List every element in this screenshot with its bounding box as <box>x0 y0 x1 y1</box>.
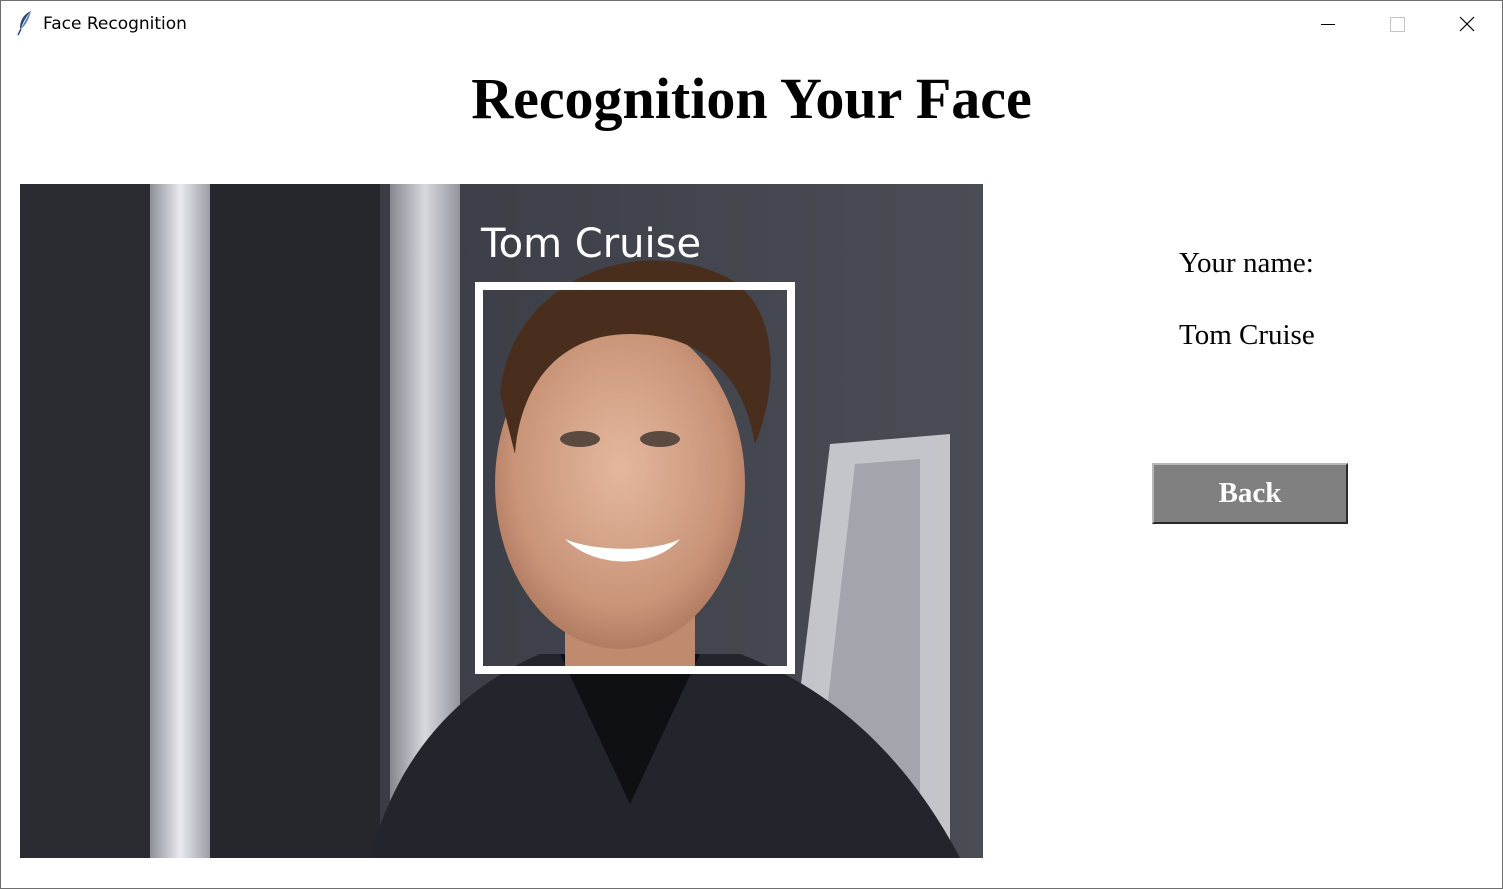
minimize-icon <box>1321 24 1335 25</box>
maximize-button[interactable] <box>1362 1 1430 48</box>
app-window: Face Recognition Recognition Your Face T… <box>0 0 1503 889</box>
page-title: Recognition Your Face <box>471 66 1032 131</box>
face-detection-box <box>475 282 795 674</box>
window-title: Face Recognition <box>43 14 187 34</box>
name-label: Your name: <box>1179 247 1314 279</box>
close-button[interactable] <box>1433 1 1501 48</box>
detected-name-label: Tom Cruise <box>481 221 702 267</box>
title-bar[interactable]: Face Recognition <box>1 1 1502 48</box>
name-value: Tom Cruise <box>1179 319 1315 351</box>
feather-icon <box>15 10 35 36</box>
minimize-button[interactable] <box>1293 1 1361 48</box>
close-icon <box>1459 16 1475 32</box>
back-button[interactable]: Back <box>1152 463 1348 524</box>
maximize-icon <box>1390 17 1405 32</box>
